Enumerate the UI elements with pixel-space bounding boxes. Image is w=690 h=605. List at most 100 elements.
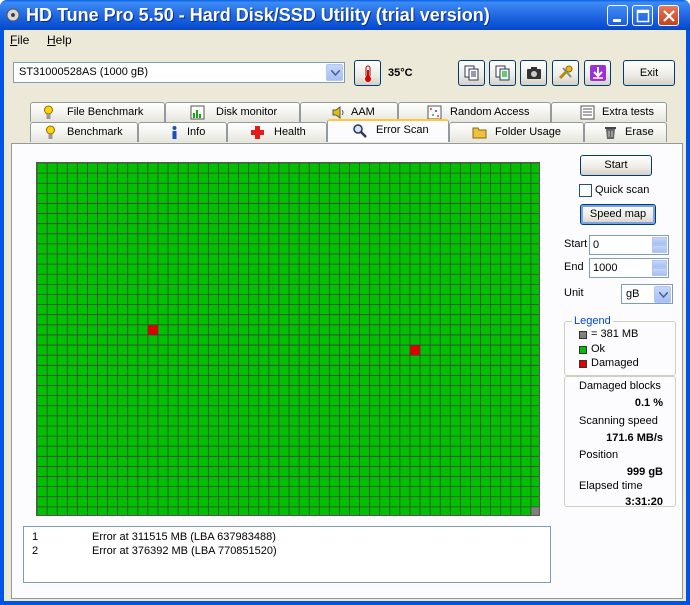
drive-dropdown-button[interactable] bbox=[326, 64, 343, 81]
tab-label: Random Access bbox=[450, 106, 530, 118]
unit-select[interactable]: gB bbox=[621, 284, 673, 304]
file-benchmark-icon bbox=[44, 105, 53, 119]
start-input[interactable]: 0 bbox=[589, 235, 669, 255]
quick-scan-checkbox[interactable] bbox=[579, 184, 592, 197]
tab-label: Disk monitor bbox=[216, 106, 278, 118]
close-button[interactable] bbox=[658, 5, 679, 26]
legend-group: Legend = 381 MB Ok Damaged bbox=[564, 315, 676, 376]
copy-all-icon bbox=[495, 65, 510, 81]
title-bar[interactable]: HD Tune Pro 5.50 - Hard Disk/SSD Utility… bbox=[0, 0, 690, 30]
log-row-number: 2 bbox=[32, 545, 39, 557]
end-input[interactable]: 1000 bbox=[589, 258, 669, 278]
scan-map-background bbox=[37, 163, 539, 515]
exit-button[interactable]: Exit bbox=[623, 60, 675, 86]
copy-info-button[interactable] bbox=[458, 60, 485, 86]
options-button[interactable] bbox=[552, 60, 579, 86]
tab-error-scan[interactable]: Error Scan bbox=[327, 119, 449, 142]
quick-scan-label[interactable]: Quick scan bbox=[595, 184, 649, 196]
tab-file-benchmark[interactable]: File Benchmark bbox=[30, 102, 165, 122]
trash-icon bbox=[605, 127, 616, 139]
unit-label: Unit bbox=[564, 287, 584, 299]
start-spin-down[interactable] bbox=[652, 245, 667, 253]
health-cross-icon bbox=[251, 126, 264, 139]
speaker-icon bbox=[332, 106, 344, 119]
start-scan-button[interactable]: Start bbox=[580, 155, 652, 176]
start-spin-up[interactable] bbox=[652, 237, 667, 245]
close-icon bbox=[663, 10, 675, 22]
log-row-text: Error at 376392 MB (LBA 770851520) bbox=[92, 545, 277, 557]
scanning-speed-label: Scanning speed bbox=[579, 415, 658, 427]
menu-bar: File Help bbox=[4, 30, 686, 50]
tab-label: Erase bbox=[625, 126, 654, 138]
copy-icon bbox=[464, 65, 479, 81]
end-label: End bbox=[564, 261, 584, 273]
tab-strip: File Benchmark Disk monitor AAM Random A… bbox=[4, 102, 686, 144]
maximize-button[interactable] bbox=[632, 5, 653, 26]
minimize-button[interactable] bbox=[607, 5, 628, 26]
legend-damaged: Damaged bbox=[591, 357, 639, 369]
position-label: Position bbox=[579, 449, 619, 461]
menu-help[interactable]: Help bbox=[47, 33, 72, 47]
log-row-number: 1 bbox=[32, 531, 39, 543]
client-area: File Help ST31000528AS (1000 gB) 35°C Ex… bbox=[4, 30, 686, 601]
start-value: 0 bbox=[593, 239, 600, 251]
temperature-value: 35°C bbox=[388, 67, 413, 79]
tab-info[interactable]: Info bbox=[138, 122, 227, 142]
unit-dropdown-button[interactable] bbox=[654, 286, 671, 303]
end-spin-down[interactable] bbox=[652, 268, 667, 276]
stats-group: Damaged blocks 0.1 % Scanning speed 171.… bbox=[564, 376, 676, 508]
tab-label: Benchmark bbox=[67, 126, 123, 138]
thermometer-icon bbox=[365, 65, 371, 82]
tab-label: AAM bbox=[351, 106, 375, 118]
tab-erase[interactable]: Erase bbox=[584, 122, 667, 142]
legend-ok: Ok bbox=[591, 343, 606, 355]
error-scan-panel: Start Quick scan Speed map Start 0 End 1… bbox=[11, 143, 683, 599]
tab-label: Error Scan bbox=[376, 124, 429, 136]
elapsed-time-value: 3:31:20 bbox=[625, 496, 663, 508]
position-value: 999 gB bbox=[626, 466, 663, 478]
tab-label: File Benchmark bbox=[67, 106, 144, 118]
app-window: HD Tune Pro 5.50 - Hard Disk/SSD Utility… bbox=[0, 0, 690, 605]
screenshot-button[interactable] bbox=[520, 60, 547, 86]
damaged-blocks-label: Damaged blocks bbox=[579, 380, 661, 392]
unit-value: gB bbox=[626, 288, 640, 300]
legend-swatch-damaged bbox=[579, 360, 587, 368]
info-icon bbox=[172, 126, 177, 139]
start-label: Start bbox=[564, 238, 588, 250]
unscanned-block bbox=[530, 506, 539, 515]
scan-map bbox=[36, 162, 540, 516]
minimize-icon bbox=[613, 19, 621, 22]
copy-all-button[interactable] bbox=[489, 60, 516, 86]
tab-disk-monitor[interactable]: Disk monitor bbox=[165, 102, 300, 122]
scan-map-grid bbox=[37, 163, 539, 515]
end-spin-up[interactable] bbox=[652, 260, 667, 268]
random-access-icon bbox=[427, 105, 442, 120]
tab-folder-usage[interactable]: Folder Usage bbox=[449, 122, 584, 142]
window-title: HD Tune Pro 5.50 - Hard Disk/SSD Utility… bbox=[26, 5, 490, 25]
tab-extra-tests[interactable]: Extra tests bbox=[551, 102, 667, 122]
tab-label: Extra tests bbox=[602, 106, 654, 118]
damaged-blocks-value: 0.1 % bbox=[634, 397, 663, 409]
speed-map-button[interactable]: Speed map bbox=[580, 204, 656, 225]
scanning-speed-value: 171.6 MB/s bbox=[606, 432, 663, 444]
log-row-text: Error at 311515 MB (LBA 637983488) bbox=[92, 531, 276, 543]
drive-select[interactable]: ST31000528AS (1000 gB) bbox=[13, 62, 345, 83]
legend-swatch-block-size bbox=[579, 331, 587, 339]
temperature-button[interactable] bbox=[354, 60, 381, 86]
legend-title: Legend bbox=[572, 315, 613, 327]
save-button[interactable] bbox=[584, 60, 611, 86]
chart-icon bbox=[190, 105, 205, 120]
camera-icon bbox=[527, 67, 541, 79]
error-log-list[interactable]: 1 Error at 311515 MB (LBA 637983488) 2 E… bbox=[23, 526, 551, 583]
legend-block-size: = 381 MB bbox=[591, 328, 639, 340]
menu-file[interactable]: File bbox=[10, 33, 29, 47]
tab-health[interactable]: Health bbox=[227, 122, 327, 142]
magnifier-icon bbox=[353, 124, 367, 138]
drive-select-value: ST31000528AS (1000 gB) bbox=[19, 66, 149, 78]
legend-swatch-ok bbox=[579, 346, 587, 354]
tab-benchmark[interactable]: Benchmark bbox=[30, 122, 138, 142]
app-icon bbox=[6, 8, 20, 22]
damaged-block bbox=[409, 345, 421, 356]
bulb-icon bbox=[46, 125, 55, 139]
chevron-down-icon bbox=[659, 292, 668, 298]
